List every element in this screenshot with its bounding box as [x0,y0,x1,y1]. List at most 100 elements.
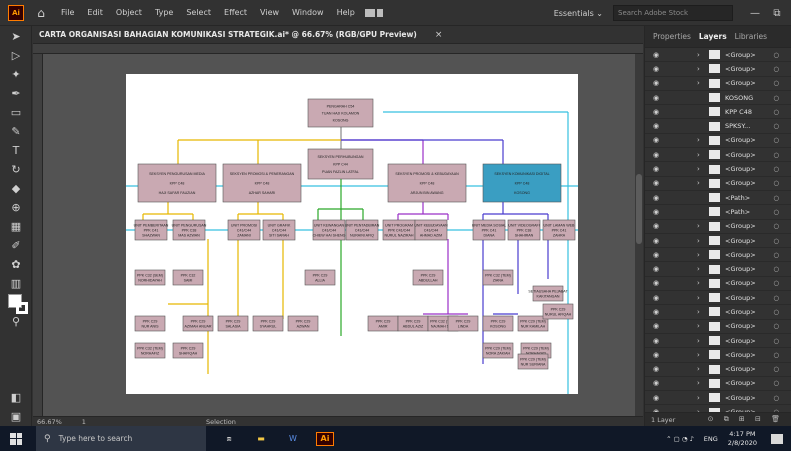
taskbar-search-input[interactable]: ⚲ Type here to search [36,426,206,451]
layer-row[interactable]: ◉ › <Group> ○ [645,348,791,363]
visibility-eye-icon[interactable]: ◉ [651,379,661,387]
expand-chevron-icon[interactable]: › [697,351,705,359]
canvas-area[interactable]: PENGARAH C54 TUAN HAJI KOLAMON KOSONG SEKSY… [43,54,635,416]
layer-name[interactable]: <Group> [725,65,756,73]
visibility-eye-icon[interactable]: ◉ [651,237,661,245]
workspace-selector[interactable]: Essentials ⌄ [554,9,603,18]
expand-chevron-icon[interactable]: › [697,365,705,373]
visibility-eye-icon[interactable]: ◉ [651,136,661,144]
layer-name[interactable]: <Group> [725,179,756,187]
expand-chevron-icon[interactable]: › [697,51,705,59]
layer-name[interactable]: KOSONG [725,94,753,102]
target-circle-icon[interactable]: ○ [773,94,779,102]
document-tab[interactable]: CARTA ORGANISASI BAHAGIAN KOMUNIKASI STR… [33,26,643,44]
draw-mode-icon[interactable]: ◧ [6,390,26,406]
visibility-eye-icon[interactable]: ◉ [651,365,661,373]
target-circle-icon[interactable]: ○ [773,251,779,259]
layer-name[interactable]: KPP C48 [725,108,752,116]
expand-chevron-icon[interactable]: › [697,265,705,273]
expand-chevron-icon[interactable]: › [697,222,705,230]
expand-chevron-icon[interactable]: › [697,379,705,387]
visibility-eye-icon[interactable]: ◉ [651,65,661,73]
target-circle-icon[interactable]: ○ [773,179,779,187]
expand-chevron-icon[interactable]: › [697,294,705,302]
workspace-switcher-icon[interactable] [364,7,387,19]
layer-row[interactable]: ◉ KPP C48 ○ [645,105,791,120]
layer-name[interactable]: <Group> [725,308,756,316]
layer-row[interactable]: ◉ › <Group> ○ [645,277,791,292]
language-indicator[interactable]: ENG [704,435,718,443]
layer-name[interactable]: <Group> [725,337,756,345]
layer-row[interactable]: ◉ › <Group> ○ [645,77,791,91]
word-icon[interactable]: W [284,432,302,446]
layer-row[interactable]: ◉ › <Group> ○ [645,320,791,334]
minimize-button[interactable]: — [747,8,763,19]
layer-name[interactable]: SPKSY... [725,122,750,130]
stroke-swatch[interactable] [16,302,28,314]
visibility-eye-icon[interactable]: ◉ [651,308,661,316]
visibility-eye-icon[interactable]: ◉ [651,151,661,159]
layer-name[interactable]: <Group> [725,136,756,144]
illustrator-taskbar-icon[interactable]: Ai [316,431,334,446]
layer-row[interactable]: ◉ <Path> ○ [645,205,791,220]
target-circle-icon[interactable]: ○ [773,194,779,202]
layer-name[interactable]: <Group> [725,79,756,87]
layer-row[interactable]: ◉ › <Group> ○ [645,177,791,191]
layer-row[interactable]: ◉ › <Group> ○ [645,262,791,277]
layer-row[interactable]: ◉ › <Group> ○ [645,62,791,77]
target-circle-icon[interactable]: ○ [773,294,779,302]
tab-libraries[interactable]: Libraries [735,32,767,41]
visibility-eye-icon[interactable]: ◉ [651,279,661,287]
layer-row[interactable]: ◉ › <Group> ○ [645,134,791,149]
layer-name[interactable]: <Group> [725,151,756,159]
target-circle-icon[interactable]: ○ [773,351,779,359]
expand-chevron-icon[interactable]: › [697,165,705,173]
layer-row[interactable]: ◉ › <Group> ○ [645,391,791,406]
shape-builder-tool-icon[interactable]: ⊕ [6,200,26,216]
expand-chevron-icon[interactable]: › [697,322,705,330]
graph-tool-icon[interactable]: ▥ [6,276,26,292]
visibility-eye-icon[interactable]: ◉ [651,394,661,402]
pencil-tool-icon[interactable]: ✎ [6,124,26,140]
layer-row[interactable]: ◉ <Path> ○ [645,191,791,206]
eraser-tool-icon[interactable]: ◆ [6,181,26,197]
rotate-tool-icon[interactable]: ↻ [6,162,26,178]
expand-chevron-icon[interactable]: › [697,136,705,144]
visibility-eye-icon[interactable]: ◉ [651,108,661,116]
layer-name[interactable]: <Group> [725,279,756,287]
menu-file[interactable]: File [61,8,74,17]
target-circle-icon[interactable]: ○ [773,136,779,144]
notification-icon[interactable] [771,433,783,444]
visibility-eye-icon[interactable]: ◉ [651,51,661,59]
layer-name[interactable]: <Group> [725,351,756,359]
layer-row[interactable]: ◉ › <Group> ○ [645,220,791,234]
layer-name[interactable]: <Group> [725,379,756,387]
target-circle-icon[interactable]: ○ [773,79,779,87]
file-explorer-icon[interactable]: ▬ [252,432,270,446]
expand-chevron-icon[interactable]: › [697,151,705,159]
menu-window[interactable]: Window [292,8,324,17]
zoom-level[interactable]: 66.67% [37,418,62,426]
visibility-eye-icon[interactable]: ◉ [651,337,661,345]
expand-chevron-icon[interactable]: › [697,65,705,73]
layer-name[interactable]: <Group> [725,237,756,245]
expand-chevron-icon[interactable]: › [697,337,705,345]
layer-row[interactable]: ◉ › <Group> ○ [645,305,791,320]
target-circle-icon[interactable]: ○ [773,108,779,116]
menu-edit[interactable]: Edit [87,8,103,17]
layer-name[interactable]: <Group> [725,222,756,230]
layer-row[interactable]: ◉ › <Group> ○ [645,248,791,263]
menu-view[interactable]: View [260,8,279,17]
layer-row[interactable]: ◉ › <Group> ○ [645,148,791,163]
expand-chevron-icon[interactable]: › [697,79,705,87]
artboard-number[interactable]: 1 [82,418,86,426]
tab-layers[interactable]: Layers [699,32,727,41]
target-circle-icon[interactable]: ○ [773,151,779,159]
symbol-sprayer-tool-icon[interactable]: ✿ [6,257,26,273]
close-tab-icon[interactable]: × [435,30,443,40]
expand-chevron-icon[interactable]: › [697,279,705,287]
visibility-eye-icon[interactable]: ◉ [651,194,661,202]
visibility-eye-icon[interactable]: ◉ [651,179,661,187]
layer-row[interactable]: ◉ › <Group> ○ [645,291,791,306]
target-circle-icon[interactable]: ○ [773,65,779,73]
